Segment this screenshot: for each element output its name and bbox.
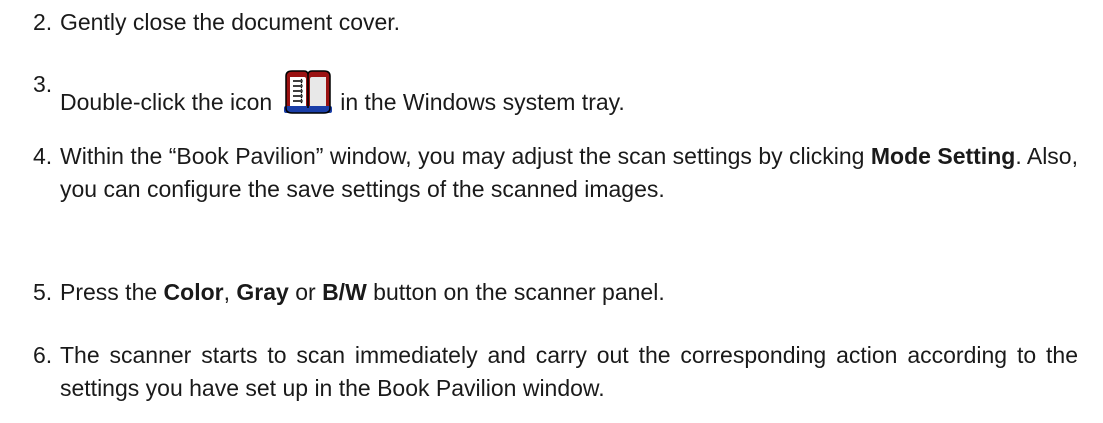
step-text: Gently close the document cover. — [60, 6, 1078, 39]
step-3-text-after-icon: in the Windows system tray. — [340, 89, 625, 115]
step-text: The scanner starts to scan immediately a… — [60, 339, 1078, 405]
step-number: 3. — [33, 71, 53, 97]
step-number: 2. — [33, 9, 53, 35]
step-6: 6. The scanner starts to scan immediatel… — [33, 339, 1078, 405]
step-2-text: Gently close the document cover. — [60, 9, 401, 35]
step-text: Press the Color, Gray or B/W button on t… — [60, 276, 1078, 309]
mode-setting-label: Mode Setting — [870, 143, 1016, 169]
step-number: 4. — [33, 143, 53, 169]
step-5: 5. Press the Color, Gray or B/W button o… — [33, 276, 1078, 309]
gray-button-label: Gray — [236, 279, 289, 305]
step-text: Double-click the icon in the Windows sys… — [60, 68, 1078, 119]
step-3: 3. Double-click the icon in the Windows — [33, 68, 1078, 119]
book-pavilion-tray-icon — [280, 68, 336, 116]
step-text: Within the “Book Pavilion” window, you m… — [60, 140, 1078, 206]
step-number: 6. — [33, 342, 53, 368]
step-4: 4. Within the “Book Pavilion” window, yo… — [33, 140, 1078, 206]
step-3-text-before-icon: Double-click the icon — [60, 89, 273, 115]
step-2: 2. Gently close the document cover. — [33, 6, 1078, 39]
step-number: 5. — [33, 279, 53, 305]
step-5-text-1: Press the — [60, 279, 158, 305]
step-5-text-3: or — [295, 279, 316, 305]
bw-button-label: B/W — [322, 279, 367, 305]
step-5-text-4: button on the scanner panel. — [373, 279, 665, 305]
step-6-text: The scanner starts to scan immediately a… — [60, 342, 1078, 401]
step-5-text-2: , — [223, 279, 230, 305]
color-button-label: Color — [163, 279, 224, 305]
step-4-text-1: Within the “Book Pavilion” window, you m… — [60, 143, 865, 169]
